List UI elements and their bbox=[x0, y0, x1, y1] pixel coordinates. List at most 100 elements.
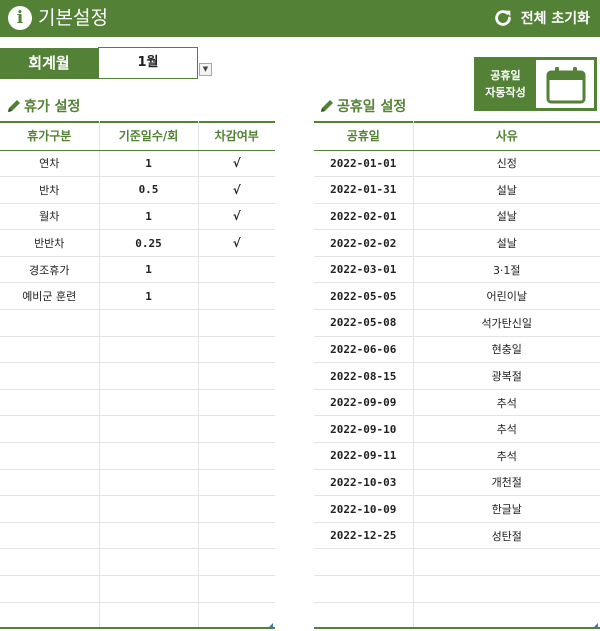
leave-days-cell[interactable]: 1 bbox=[98, 282, 198, 311]
leave-type-cell[interactable]: 반차 bbox=[0, 176, 99, 204]
leave-type-cell[interactable] bbox=[0, 575, 99, 603]
leave-type-cell[interactable]: 예비군 훈련 bbox=[0, 282, 99, 311]
leave-deduct-cell[interactable] bbox=[197, 495, 275, 523]
holiday-date-cell[interactable]: 2022-03-01 bbox=[314, 256, 413, 284]
holiday-date-cell[interactable]: 2022-02-01 bbox=[314, 203, 413, 231]
leave-days-cell[interactable] bbox=[98, 469, 198, 497]
holiday-date-cell[interactable]: 2022-05-08 bbox=[314, 309, 413, 337]
fiscal-month-dropdown[interactable]: ▼ bbox=[199, 63, 212, 76]
holiday-reason-cell[interactable]: 추석 bbox=[412, 415, 600, 444]
leave-type-cell[interactable]: 연차 bbox=[0, 150, 99, 178]
leave-type-cell[interactable] bbox=[0, 548, 99, 576]
resize-handle[interactable] bbox=[594, 623, 598, 627]
holiday-reason-cell[interactable]: 석가탄신일 bbox=[412, 309, 600, 337]
leave-days-cell[interactable] bbox=[98, 495, 198, 523]
holiday-reason-cell[interactable]: 한글날 bbox=[412, 495, 600, 523]
holiday-date-cell[interactable]: 2022-08-15 bbox=[314, 362, 413, 390]
leave-deduct-cell[interactable]: √ bbox=[197, 176, 275, 204]
holiday-date-cell[interactable] bbox=[314, 602, 413, 630]
leave-days-cell[interactable] bbox=[98, 362, 198, 390]
leave-deduct-cell[interactable] bbox=[197, 575, 275, 603]
holiday-date-cell[interactable]: 2022-10-03 bbox=[314, 469, 413, 497]
leave-deduct-cell[interactable] bbox=[197, 522, 275, 550]
holiday-reason-cell[interactable]: 설날 bbox=[412, 229, 600, 257]
leave-days-cell[interactable] bbox=[98, 309, 198, 337]
leave-type-cell[interactable] bbox=[0, 522, 99, 550]
leave-type-cell[interactable] bbox=[0, 495, 99, 523]
leave-type-cell[interactable] bbox=[0, 389, 99, 417]
refresh-icon bbox=[494, 10, 511, 26]
holiday-date-cell[interactable]: 2022-09-10 bbox=[314, 415, 413, 444]
leave-days-cell[interactable] bbox=[98, 522, 198, 550]
leave-deduct-cell[interactable] bbox=[197, 469, 275, 497]
leave-days-cell[interactable]: 1 bbox=[98, 256, 198, 284]
leave-type-cell[interactable] bbox=[0, 602, 99, 630]
leave-days-cell[interactable]: 0.5 bbox=[98, 176, 198, 204]
leave-deduct-cell[interactable]: √ bbox=[197, 203, 275, 231]
holiday-reason-cell[interactable]: 성탄절 bbox=[412, 522, 600, 550]
holiday-date-cell[interactable]: 2022-05-05 bbox=[314, 282, 413, 311]
leave-deduct-cell[interactable] bbox=[197, 442, 275, 470]
holiday-reason-cell[interactable] bbox=[412, 548, 600, 576]
leave-deduct-cell[interactable] bbox=[197, 362, 275, 390]
holiday-date-cell[interactable]: 2022-01-01 bbox=[314, 150, 413, 178]
holiday-date-cell[interactable]: 2022-09-09 bbox=[314, 389, 413, 417]
leave-deduct-cell[interactable] bbox=[197, 256, 275, 284]
leave-type-cell[interactable]: 월차 bbox=[0, 203, 99, 231]
leave-type-cell[interactable]: 경조휴가 bbox=[0, 256, 99, 284]
leave-deduct-cell[interactable] bbox=[197, 336, 275, 364]
leave-days-cell[interactable] bbox=[98, 442, 198, 470]
leave-type-cell[interactable] bbox=[0, 415, 99, 444]
holiday-reason-cell[interactable]: 현충일 bbox=[412, 336, 600, 364]
leave-days-cell[interactable]: 0.25 bbox=[98, 229, 198, 257]
holiday-reason-cell[interactable]: 설날 bbox=[412, 176, 600, 204]
leave-deduct-cell[interactable] bbox=[197, 548, 275, 576]
leave-deduct-cell[interactable] bbox=[197, 389, 275, 417]
leave-days-cell[interactable]: 1 bbox=[98, 150, 198, 178]
reset-all-label: 전체 초기화 bbox=[520, 11, 590, 27]
holiday-reason-cell[interactable]: 개천절 bbox=[412, 469, 600, 497]
holiday-date-cell[interactable] bbox=[314, 548, 413, 576]
leave-type-cell[interactable] bbox=[0, 336, 99, 364]
holiday-date-cell[interactable]: 2022-02-02 bbox=[314, 229, 413, 257]
leave-type-cell[interactable] bbox=[0, 362, 99, 390]
holiday-reason-cell[interactable]: 신정 bbox=[412, 150, 600, 178]
holiday-date-cell[interactable] bbox=[314, 575, 413, 603]
holiday-reason-cell[interactable]: 어린이날 bbox=[412, 282, 600, 311]
leave-type-cell[interactable] bbox=[0, 309, 99, 337]
holiday-reason-cell[interactable] bbox=[412, 602, 600, 630]
holiday-date-cell[interactable]: 2022-09-11 bbox=[314, 442, 413, 470]
holiday-date-cell[interactable]: 2022-06-06 bbox=[314, 336, 413, 364]
leave-type-cell[interactable] bbox=[0, 469, 99, 497]
leave-deduct-cell[interactable]: √ bbox=[197, 150, 275, 178]
resize-handle[interactable] bbox=[269, 623, 273, 627]
leave-days-cell[interactable] bbox=[98, 389, 198, 417]
leave-days-cell[interactable]: 1 bbox=[98, 203, 198, 231]
leave-days-cell[interactable] bbox=[98, 575, 198, 603]
column-header: 휴가구분 bbox=[0, 121, 99, 151]
holiday-date-cell[interactable]: 2022-10-09 bbox=[314, 495, 413, 523]
leave-days-cell[interactable] bbox=[98, 336, 198, 364]
leave-deduct-cell[interactable]: √ bbox=[197, 229, 275, 257]
holiday-reason-cell[interactable]: 3·1절 bbox=[412, 256, 600, 284]
leave-days-cell[interactable] bbox=[98, 415, 198, 444]
reset-all-button[interactable]: 전체 초기화 bbox=[492, 5, 590, 31]
leave-days-cell[interactable] bbox=[98, 602, 198, 630]
holiday-reason-cell[interactable]: 추석 bbox=[412, 442, 600, 470]
holiday-reason-cell[interactable] bbox=[412, 575, 600, 603]
holiday-reason-cell[interactable]: 설날 bbox=[412, 203, 600, 231]
holiday-reason-cell[interactable]: 추석 bbox=[412, 389, 600, 417]
holiday-autofill-button[interactable]: 공휴일 자동작성 bbox=[474, 57, 597, 111]
leave-days-cell[interactable] bbox=[98, 548, 198, 576]
holiday-reason-cell[interactable]: 광복절 bbox=[412, 362, 600, 390]
leave-type-cell[interactable]: 반반차 bbox=[0, 229, 99, 257]
leave-type-cell[interactable] bbox=[0, 442, 99, 470]
leave-deduct-cell[interactable] bbox=[197, 602, 275, 630]
leave-deduct-cell[interactable] bbox=[197, 415, 275, 444]
holiday-date-cell[interactable]: 2022-01-31 bbox=[314, 176, 413, 204]
holiday-date-cell[interactable]: 2022-12-25 bbox=[314, 522, 413, 550]
leave-deduct-cell[interactable] bbox=[197, 309, 275, 337]
leave-deduct-cell[interactable] bbox=[197, 282, 275, 311]
table-row bbox=[314, 548, 600, 576]
fiscal-month-select[interactable]: 1월 bbox=[98, 47, 198, 79]
